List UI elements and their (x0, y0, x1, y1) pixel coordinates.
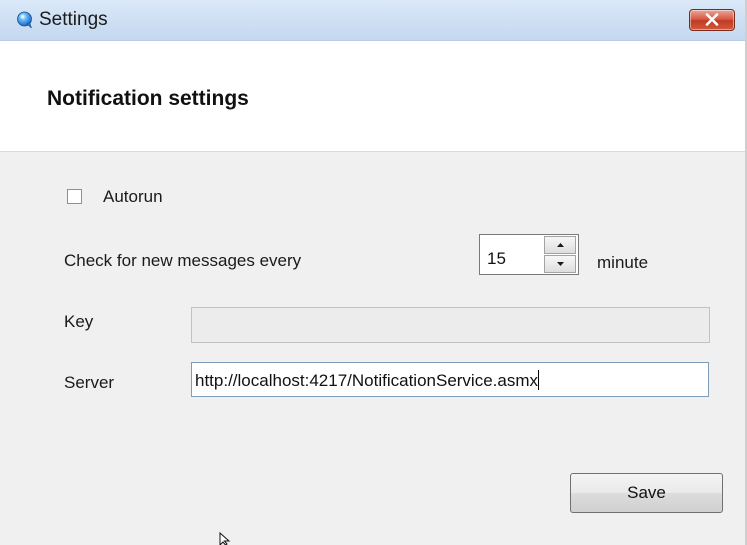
server-input[interactable]: http://localhost:4217/NotificationServic… (191, 362, 709, 397)
check-interval-value[interactable]: 15 (487, 249, 506, 269)
close-icon (705, 13, 719, 26)
server-input-value: http://localhost:4217/NotificationServic… (195, 371, 539, 390)
header-panel: Notification settings (0, 41, 747, 151)
check-interval-unit: minute (597, 253, 649, 272)
mouse-cursor-icon (219, 531, 231, 545)
title-bar[interactable]: Settings (0, 0, 747, 41)
spinner-buttons (544, 236, 576, 273)
check-interval-spinner[interactable]: 15 (479, 234, 579, 275)
spinner-up-button[interactable] (544, 236, 576, 254)
autorun-checkbox[interactable] (67, 189, 82, 204)
key-input[interactable] (191, 307, 710, 343)
page-title: Notification settings (47, 87, 249, 110)
key-label: Key (64, 312, 94, 331)
save-button[interactable]: Save (570, 473, 723, 513)
window-title: Settings (39, 9, 108, 30)
spinner-down-button[interactable] (544, 255, 576, 273)
check-interval-label: Check for new messages every (64, 251, 302, 270)
server-label: Server (64, 373, 115, 392)
autorun-label[interactable]: Autorun (103, 187, 163, 207)
chat-bubble-icon (16, 11, 34, 29)
chevron-down-icon (557, 262, 564, 266)
close-button[interactable] (689, 9, 735, 31)
settings-window: Settings Notification settings Autorun C… (0, 0, 747, 545)
chevron-up-icon (557, 243, 564, 247)
text-caret (538, 370, 540, 390)
